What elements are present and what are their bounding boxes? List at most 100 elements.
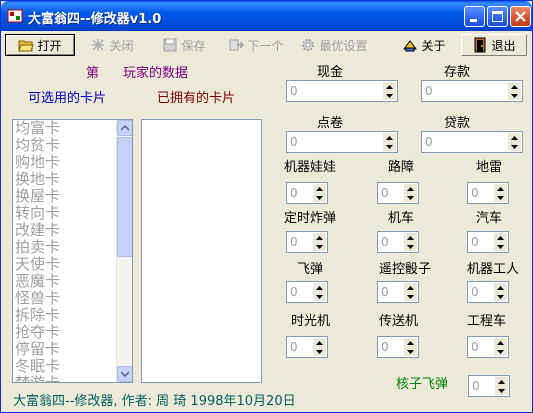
loan-spinner[interactable]: 0 [421,131,523,153]
spin-down-icon[interactable] [494,347,507,356]
spin-down-icon[interactable] [495,386,508,395]
list-item[interactable]: 停留卡 [13,341,132,358]
spin-up-icon[interactable] [508,133,521,142]
remote-dice-spinner[interactable]: 0 [377,281,419,303]
list-item[interactable]: 改建卡 [13,222,132,239]
list-item[interactable]: 购地卡 [13,154,132,171]
nuke-value[interactable]: 0 [472,379,480,393]
missile-spinner[interactable]: 0 [286,281,328,303]
about-button[interactable]: 关于 [389,34,459,56]
nuke-spinner[interactable]: 0 [468,375,510,397]
available-cards-list[interactable]: 均富卡 均贫卡 购地卡 换地卡 换屋卡 转向卡 改建卡 拍卖卡 天使卡 恶魔卡 怪兽卡 拆除卡 抢夺卡停… [12,119,133,383]
save-button[interactable]: 保存 [149,34,219,56]
spin-down-icon[interactable] [494,242,507,251]
landmine-spinner[interactable]: 0 [467,182,509,204]
spin-down-icon[interactable] [404,347,417,356]
spin-up-icon[interactable] [494,184,507,193]
spin-down-icon[interactable] [313,292,326,301]
list-item[interactable]: 抢夺卡 [13,324,132,341]
spin-up-icon[interactable] [494,338,507,347]
spin-down-icon[interactable] [494,292,507,301]
next-button[interactable]: 下一个 [221,34,291,56]
robot-worker-value[interactable]: 0 [471,285,479,299]
spin-up-icon[interactable] [313,233,326,242]
time-bomb-spinner[interactable]: 0 [286,231,328,253]
spin-up-icon[interactable] [404,233,417,242]
roadblock-value[interactable]: 0 [381,186,389,200]
motorbike-spinner[interactable]: 0 [377,231,419,253]
spin-up-icon[interactable] [313,338,326,347]
coupon-value[interactable]: 0 [290,135,298,149]
spin-down-icon[interactable] [404,242,417,251]
time-bomb-value[interactable]: 0 [290,235,298,249]
teleporter-spinner[interactable]: 0 [377,336,419,358]
coupon-spinner[interactable]: 0 [286,131,398,153]
time-machine-value[interactable]: 0 [290,340,298,354]
deposit-spinner[interactable]: 0 [421,80,523,102]
robot-doll-spinner[interactable]: 0 [286,182,328,204]
landmine-value[interactable]: 0 [471,186,479,200]
title-bar[interactable]: 大富翁四--修改器v1.0 [1,1,532,31]
optimal-settings-button[interactable]: 最优设置 [293,34,375,56]
close-file-button[interactable]: 关闭 [77,34,147,56]
scroll-up-button[interactable] [117,120,132,136]
remote-dice-value[interactable]: 0 [381,285,389,299]
car-value[interactable]: 0 [471,235,479,249]
motorbike-value[interactable]: 0 [381,235,389,249]
time-machine-spinner[interactable]: 0 [286,336,328,358]
spin-up-icon[interactable] [404,283,417,292]
spin-down-icon[interactable] [404,193,417,202]
list-item[interactable]: 恶魔卡 [13,273,132,290]
scroll-thumb[interactable] [117,137,132,257]
list-item[interactable]: 怪兽卡 [13,290,132,307]
list-item[interactable]: 换屋卡 [13,188,132,205]
spin-up-icon[interactable] [494,233,507,242]
list-item[interactable]: 天使卡 [13,256,132,273]
spin-up-icon[interactable] [508,82,521,91]
cash-value[interactable]: 0 [290,84,298,98]
available-cards-scrollbar[interactable] [116,120,132,382]
spin-down-icon[interactable] [508,91,521,100]
scroll-down-button[interactable] [117,366,132,382]
engineering-car-value[interactable]: 0 [471,340,479,354]
deposit-value[interactable]: 0 [425,84,433,98]
close-button[interactable] [510,6,531,27]
list-item[interactable]: 拍卖卡 [13,239,132,256]
exit-button[interactable]: 退出 [461,34,527,56]
spin-up-icon[interactable] [495,377,508,386]
list-item[interactable]: 梦游卡 [13,375,132,383]
list-item[interactable]: 均富卡 [13,120,132,137]
list-item[interactable]: 均贫卡 [13,137,132,154]
spin-up-icon[interactable] [313,184,326,193]
list-item[interactable]: 拆除卡 [13,307,132,324]
list-item[interactable]: 换地卡 [13,171,132,188]
spin-up-icon[interactable] [313,283,326,292]
spin-up-icon[interactable] [383,82,396,91]
spin-down-icon[interactable] [494,193,507,202]
list-item[interactable]: 转向卡 [13,205,132,222]
open-button[interactable]: 打开 [5,34,75,56]
spin-down-icon[interactable] [383,142,396,151]
spin-up-icon[interactable] [383,133,396,142]
spin-down-icon[interactable] [383,91,396,100]
teleporter-value[interactable]: 0 [381,340,389,354]
spin-up-icon[interactable] [494,283,507,292]
minimize-button[interactable] [464,6,485,27]
loan-value[interactable]: 0 [425,135,433,149]
car-spinner[interactable]: 0 [467,231,509,253]
spin-up-icon[interactable] [404,338,417,347]
cash-spinner[interactable]: 0 [286,80,398,102]
spin-down-icon[interactable] [313,193,326,202]
spin-down-icon[interactable] [404,292,417,301]
spin-down-icon[interactable] [508,142,521,151]
list-item[interactable]: 冬眠卡 [13,358,132,375]
engineering-car-spinner[interactable]: 0 [467,336,509,358]
missile-value[interactable]: 0 [290,285,298,299]
robot-worker-spinner[interactable]: 0 [467,281,509,303]
spin-down-icon[interactable] [313,242,326,251]
robot-doll-value[interactable]: 0 [290,186,298,200]
owned-cards-list[interactable] [141,119,262,383]
spin-down-icon[interactable] [313,347,326,356]
maximize-button[interactable] [487,6,508,27]
roadblock-spinner[interactable]: 0 [377,182,419,204]
